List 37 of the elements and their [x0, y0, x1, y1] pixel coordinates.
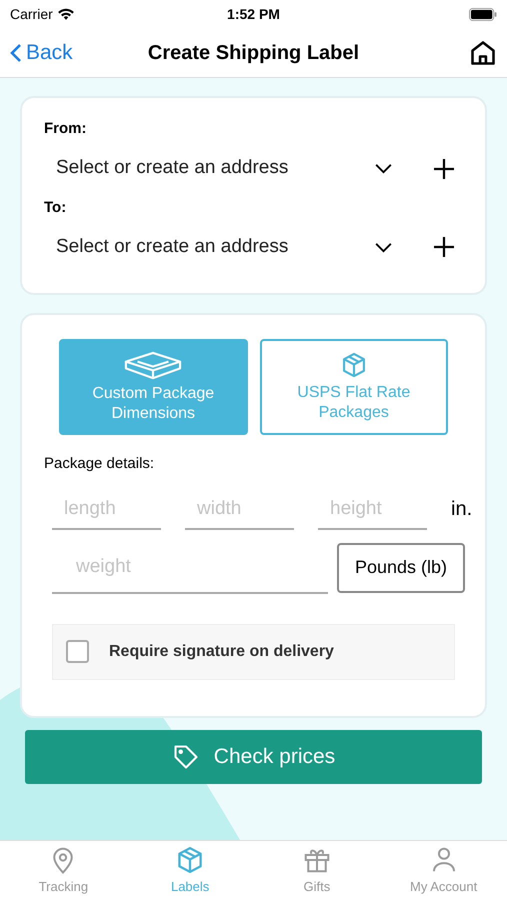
weight-field[interactable]: weight [52, 542, 328, 594]
clock-label: 1:52 PM [227, 4, 280, 24]
signature-checkbox[interactable] [66, 640, 89, 663]
add-address-button[interactable] [433, 236, 455, 258]
dimension-field[interactable]: height [318, 490, 427, 530]
address-dropdown[interactable]: Select or create an address [44, 154, 397, 183]
weight-unit-button[interactable]: Pounds (lb) [337, 542, 465, 592]
package-type-option[interactable]: USPS Flat Rate Packages [260, 339, 448, 435]
check-prices-button[interactable]: Check prices [25, 730, 482, 784]
package-type-option[interactable]: Custom Package Dimensions [59, 339, 248, 435]
tab-bar-item[interactable]: Labels [126, 841, 254, 900]
screen-title: Create Shipping Label [148, 40, 360, 66]
address-dropdown[interactable]: Select or create an address [44, 232, 397, 262]
dimension-field[interactable]: length [52, 490, 161, 530]
tab-bar-item[interactable]: My Account [380, 841, 507, 900]
tray-icon [124, 350, 182, 380]
plus-icon [433, 236, 455, 258]
address-label: To: [44, 198, 68, 218]
chevron-down-icon [374, 242, 393, 252]
tag-icon [172, 742, 200, 770]
carrier-label: Carrier [10, 4, 53, 24]
signature-option[interactable]: Require signature on delivery [52, 624, 455, 680]
address-label: From: [44, 119, 88, 139]
chevron-left-icon [10, 42, 22, 62]
tab-bar-item[interactable]: Gifts [254, 841, 380, 900]
battery-icon [468, 8, 497, 20]
details-label: Package details: [44, 454, 156, 474]
wifi-icon [56, 8, 75, 20]
add-address-button[interactable] [433, 158, 455, 180]
home-button[interactable] [469, 38, 497, 66]
tab-bar-item[interactable]: Tracking [0, 841, 127, 900]
dimension-field[interactable]: width [185, 490, 294, 530]
home-icon [469, 38, 497, 66]
unit-label: in. [451, 496, 472, 522]
back-button[interactable]: Back [10, 36, 120, 68]
chevron-down-icon [374, 163, 393, 174]
plus-icon [433, 158, 455, 180]
